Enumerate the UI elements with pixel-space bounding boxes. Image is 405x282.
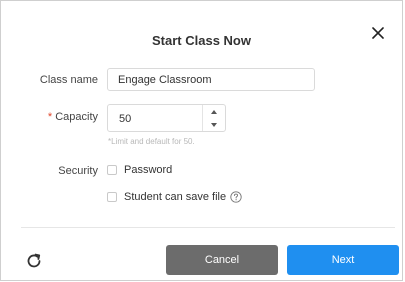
stepper-up-icon[interactable] xyxy=(203,105,225,118)
next-button[interactable]: Next xyxy=(287,245,399,275)
password-option[interactable]: Password xyxy=(107,164,172,176)
start-class-dialog: Start Class Now Class name *Capacity 50 … xyxy=(0,0,403,281)
security-label: Security xyxy=(58,165,98,177)
capacity-value[interactable]: 50 xyxy=(119,113,131,125)
close-icon[interactable] xyxy=(370,25,386,41)
question-circle-icon[interactable] xyxy=(230,191,242,203)
stepper-down-icon[interactable] xyxy=(203,118,225,131)
student-save-file-label: Student can save file xyxy=(124,191,227,203)
class-name-input[interactable] xyxy=(107,68,315,91)
student-save-file-option[interactable]: Student can save file xyxy=(107,191,242,203)
dialog-title: Start Class Now xyxy=(152,33,251,48)
capacity-hint: *Limit and default for 50. xyxy=(108,137,195,146)
password-checkbox[interactable] xyxy=(107,165,117,175)
cancel-button[interactable]: Cancel xyxy=(166,245,278,275)
stepper-arrows xyxy=(202,105,225,131)
footer-divider xyxy=(21,227,395,228)
refresh-icon[interactable] xyxy=(25,252,43,270)
capacity-stepper[interactable]: 50 xyxy=(107,104,226,132)
required-mark: * xyxy=(47,111,53,123)
class-name-label: Class name xyxy=(39,74,98,86)
capacity-label: * Capacity xyxy=(48,111,98,123)
password-label: Password xyxy=(124,164,173,176)
student-save-file-checkbox[interactable] xyxy=(107,192,117,202)
capacity-label-text: Capacity xyxy=(55,111,98,123)
